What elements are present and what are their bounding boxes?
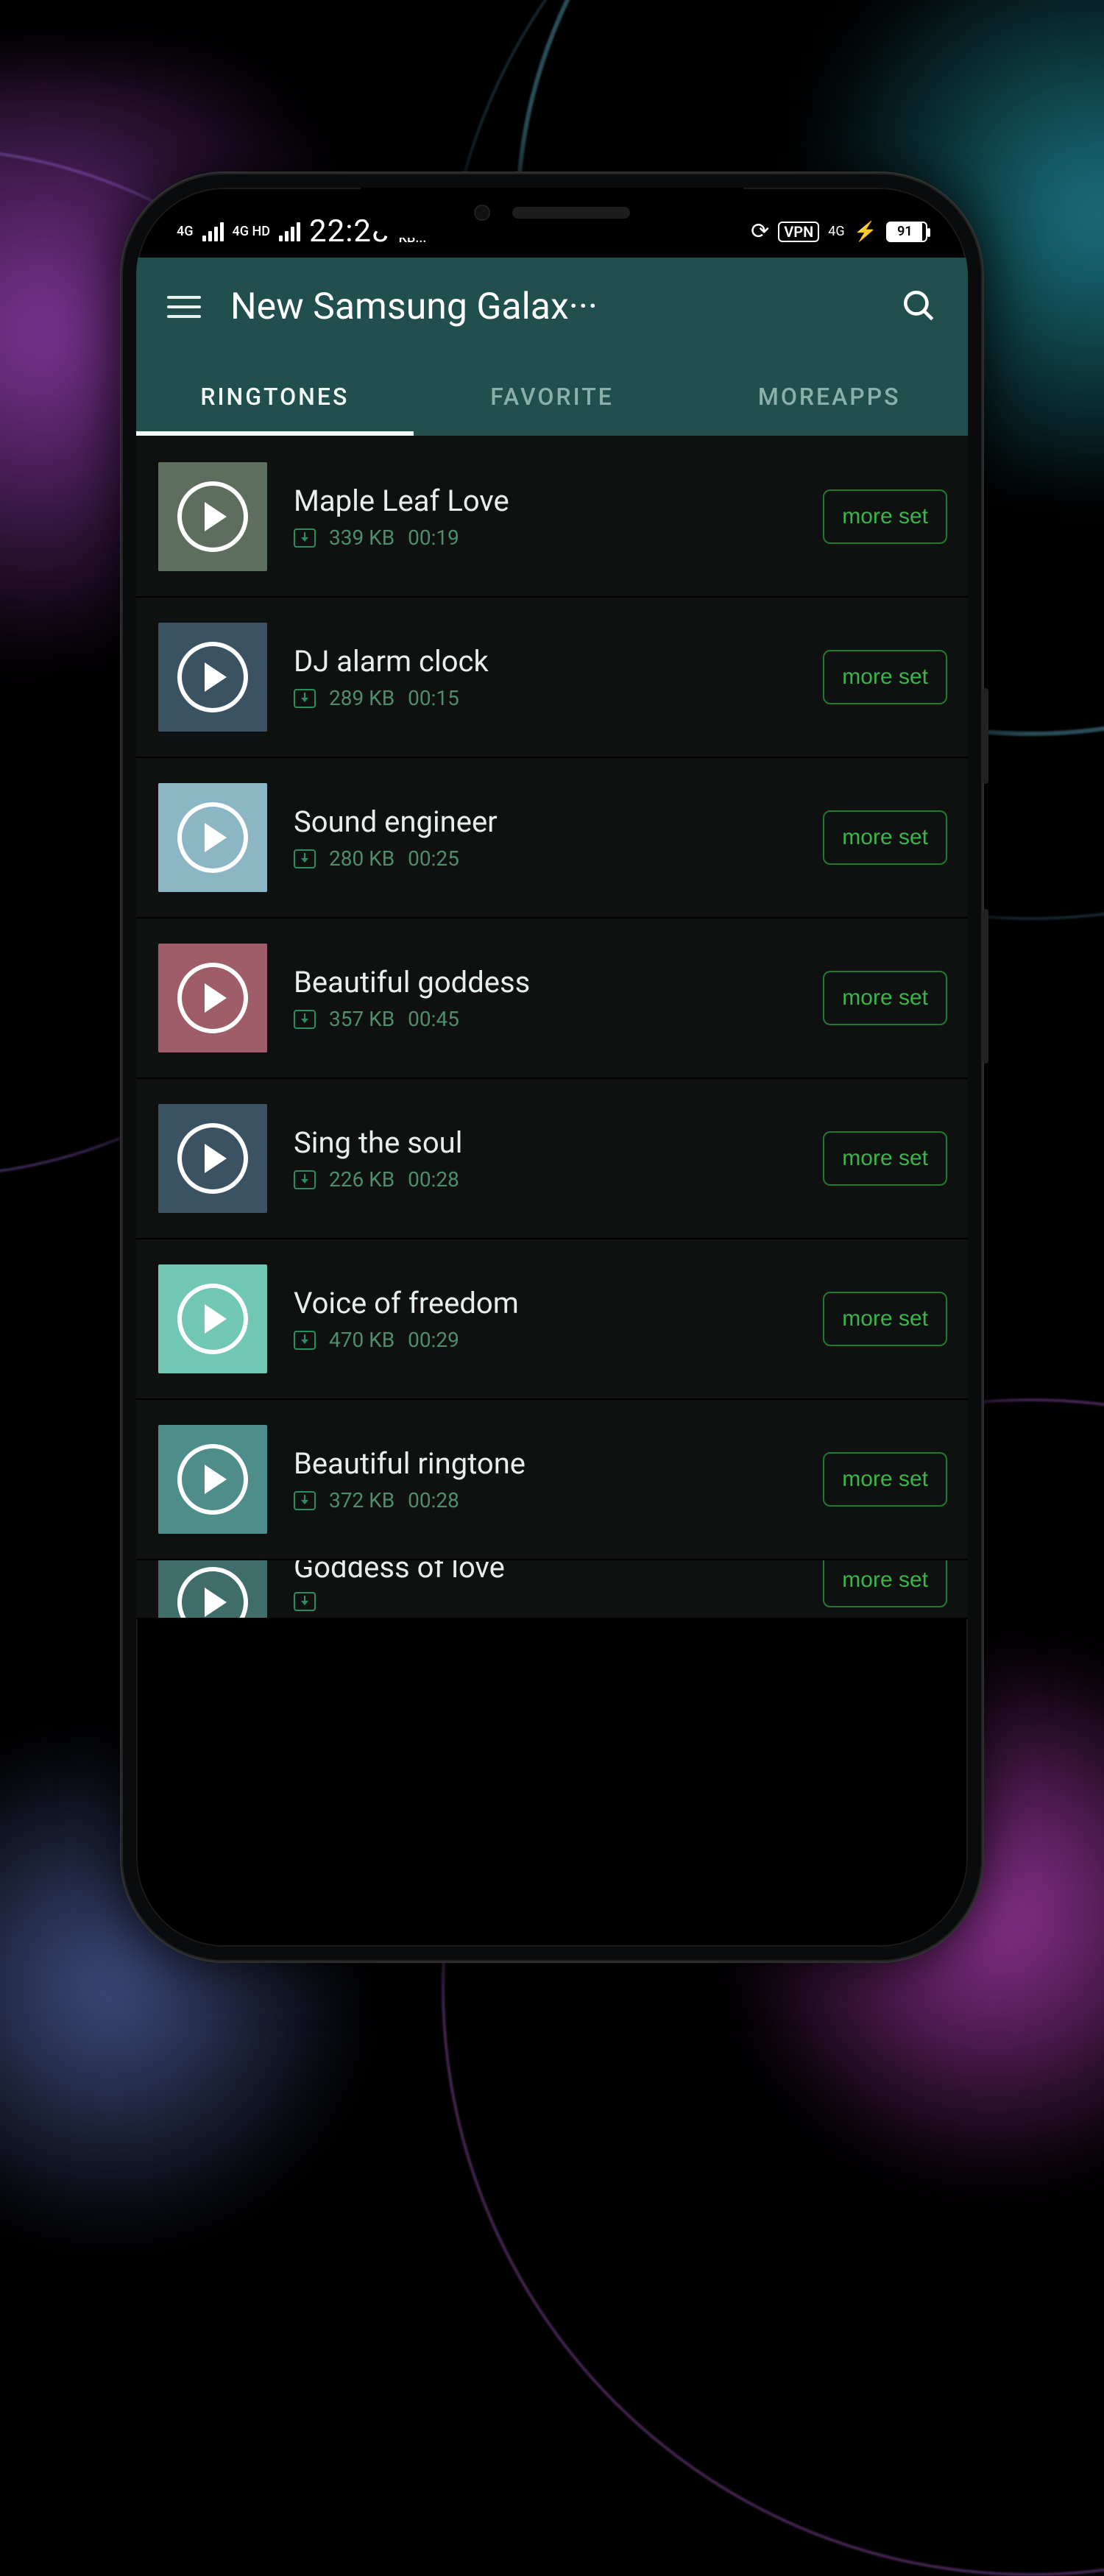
signal-bars-icon <box>279 222 300 241</box>
ringtone-duration: 00:28 <box>408 1488 459 1512</box>
more-set-button[interactable]: more set <box>823 971 947 1025</box>
mobile-data-icon: 4G <box>828 225 844 238</box>
play-icon <box>177 1444 248 1515</box>
play-icon <box>177 1123 248 1194</box>
ringtone-size: 357 KB <box>329 1007 394 1031</box>
tab-moreapps[interactable]: MOREAPPS <box>690 364 968 436</box>
download-icon <box>294 1170 316 1189</box>
ringtone-list[interactable]: Maple Leaf Love 339 KB 00:19 more set DJ… <box>136 437 968 1619</box>
play-button[interactable] <box>158 783 267 892</box>
ringtone-size: 339 KB <box>329 526 394 550</box>
play-icon <box>177 1284 248 1354</box>
ringtone-name: Sing the soul <box>294 1125 796 1160</box>
ringtone-name: Maple Leaf Love <box>294 484 796 518</box>
download-icon <box>294 689 316 708</box>
play-button[interactable] <box>158 1425 267 1534</box>
vpn-badge: VPN <box>778 222 819 242</box>
notch <box>361 188 743 238</box>
list-item[interactable]: DJ alarm clock 289 KB 00:15 more set <box>136 598 968 758</box>
play-button[interactable] <box>158 1104 267 1213</box>
menu-button[interactable] <box>167 296 201 318</box>
app-header: New Samsung Galax··· RINGTONES FAVORITE … <box>136 258 968 437</box>
play-button[interactable] <box>158 1560 267 1619</box>
ringtone-size: 289 KB <box>329 686 394 710</box>
play-icon <box>177 481 248 552</box>
page-title: New Samsung Galax··· <box>230 286 871 328</box>
more-set-button[interactable]: more set <box>823 1131 947 1186</box>
play-icon <box>177 802 248 873</box>
battery-icon: 91 <box>886 222 927 242</box>
ringtone-name: Goddess of love <box>294 1560 796 1585</box>
list-item[interactable]: Sound engineer 280 KB 00:25 more set <box>136 758 968 919</box>
signal-bars-icon <box>202 222 224 241</box>
front-camera <box>474 205 490 221</box>
more-set-button[interactable]: more set <box>823 1560 947 1607</box>
ringtone-name: Beautiful ringtone <box>294 1446 796 1481</box>
screen: 4G 4G HD 22:28 1... KB... ⟳ VPN 4G ⚡ 91 <box>136 188 968 1947</box>
download-icon <box>294 1491 316 1510</box>
ringtone-name: DJ alarm clock <box>294 644 796 679</box>
speaker-grill <box>512 207 630 219</box>
bolt-icon: ⚡ <box>854 221 877 243</box>
ringtone-name: Beautiful goddess <box>294 965 796 999</box>
more-set-button[interactable]: more set <box>823 650 947 704</box>
ringtone-duration: 00:29 <box>408 1328 459 1352</box>
battery-percent: 91 <box>888 223 922 241</box>
ringtone-info: Beautiful goddess 357 KB 00:45 <box>294 965 796 1031</box>
search-button[interactable] <box>900 287 937 327</box>
ringtone-info: DJ alarm clock 289 KB 00:15 <box>294 644 796 710</box>
list-item[interactable]: Sing the soul 226 KB 00:28 more set <box>136 1079 968 1239</box>
ringtone-duration: 00:15 <box>408 686 459 710</box>
ringtone-size: 372 KB <box>329 1488 394 1512</box>
play-button[interactable] <box>158 1264 267 1373</box>
download-icon <box>294 849 316 868</box>
ringtone-duration: 00:19 <box>408 526 459 550</box>
list-item[interactable]: Voice of freedom 470 KB 00:29 more set <box>136 1239 968 1400</box>
network-label: 4G HD <box>233 225 271 238</box>
play-button[interactable] <box>158 462 267 571</box>
phone-frame: 4G 4G HD 22:28 1... KB... ⟳ VPN 4G ⚡ 91 <box>121 173 983 1961</box>
tab-bar: RINGTONES FAVORITE MOREAPPS <box>136 364 968 437</box>
play-icon <box>177 642 248 712</box>
tab-favorite[interactable]: FAVORITE <box>414 364 691 436</box>
ringtone-name: Voice of freedom <box>294 1286 796 1320</box>
rotate-icon: ⟳ <box>751 219 769 244</box>
play-icon <box>177 963 248 1033</box>
list-item[interactable]: Beautiful goddess 357 KB 00:45 more set <box>136 919 968 1079</box>
list-item[interactable]: Goddess of love more set <box>136 1560 968 1619</box>
ringtone-info: Voice of freedom 470 KB 00:29 <box>294 1286 796 1352</box>
ringtone-info: Beautiful ringtone 372 KB 00:28 <box>294 1446 796 1512</box>
ringtone-duration: 00:25 <box>408 846 459 871</box>
download-icon <box>294 1592 316 1611</box>
play-icon <box>177 1567 248 1619</box>
ringtone-duration: 00:45 <box>408 1007 459 1031</box>
more-set-button[interactable]: more set <box>823 489 947 544</box>
ringtone-size: 280 KB <box>329 846 394 871</box>
ringtone-info: Goddess of love <box>294 1560 796 1611</box>
ringtone-duration: 00:28 <box>408 1167 459 1192</box>
ringtone-name: Sound engineer <box>294 804 796 839</box>
tab-ringtones[interactable]: RINGTONES <box>136 364 414 436</box>
ringtone-size: 226 KB <box>329 1167 394 1192</box>
download-icon <box>294 1010 316 1029</box>
play-button[interactable] <box>158 623 267 732</box>
list-item[interactable]: Maple Leaf Love 339 KB 00:19 more set <box>136 437 968 598</box>
ringtone-info: Sound engineer 280 KB 00:25 <box>294 804 796 871</box>
ringtone-size: 470 KB <box>329 1328 394 1352</box>
download-icon <box>294 1331 316 1350</box>
ringtone-info: Sing the soul 226 KB 00:28 <box>294 1125 796 1192</box>
network-label: 4G <box>177 225 194 238</box>
more-set-button[interactable]: more set <box>823 1292 947 1346</box>
list-item[interactable]: Beautiful ringtone 372 KB 00:28 more set <box>136 1400 968 1560</box>
more-set-button[interactable]: more set <box>823 810 947 865</box>
download-icon <box>294 528 316 548</box>
more-set-button[interactable]: more set <box>823 1452 947 1507</box>
play-button[interactable] <box>158 944 267 1052</box>
ringtone-info: Maple Leaf Love 339 KB 00:19 <box>294 484 796 550</box>
